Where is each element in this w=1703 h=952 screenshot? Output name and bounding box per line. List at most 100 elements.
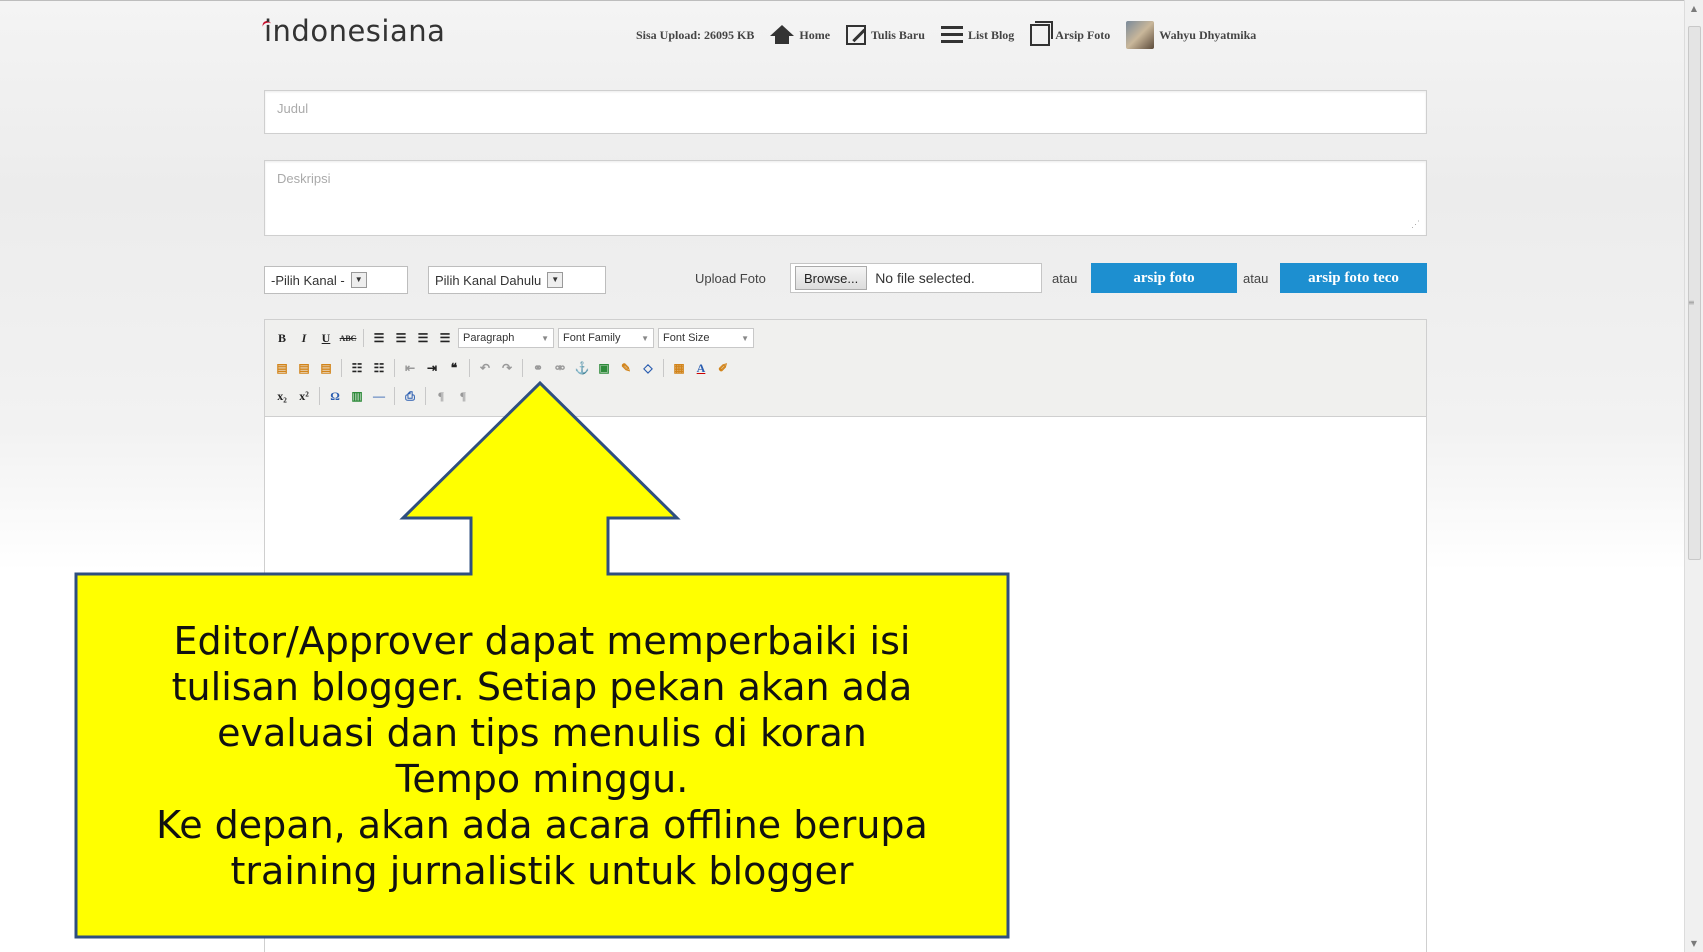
scroll-down-icon[interactable]: ▼: [1689, 939, 1699, 948]
scroll-grip-icon: ≡: [1688, 298, 1695, 307]
toolbar-row-1: B I U ABC ☰ ☰ ☰ ☰ Paragraph ▼ Font Family…: [273, 326, 754, 350]
nav-list-blog[interactable]: List Blog: [940, 26, 1015, 44]
teco-photo-archive-button[interactable]: arsip foto teco: [1280, 263, 1427, 293]
callout-line: training jurnalistik untuk blogger: [230, 848, 854, 893]
nav-new-post[interactable]: Tulis Baru: [846, 25, 925, 45]
file-status: No file selected.: [875, 270, 975, 286]
rtl-icon[interactable]: ¶: [454, 387, 472, 405]
font-size-select[interactable]: Font Size ▼: [658, 328, 754, 348]
nav-user[interactable]: Wahyu Dhyatmika: [1126, 21, 1256, 49]
strikethrough-button[interactable]: ABC: [339, 329, 357, 347]
font-family-select[interactable]: Font Family ▼: [558, 328, 654, 348]
top-nav: Sisa Upload: 26095 KB Home Tulis Baru Li…: [636, 20, 1264, 50]
photo-archive-button[interactable]: arsip foto: [1091, 263, 1237, 293]
photo-archive-icon: [1030, 21, 1054, 46]
resize-grip-icon[interactable]: ⋰: [1411, 219, 1420, 230]
nav-home[interactable]: Home: [770, 24, 831, 44]
vertical-scrollbar[interactable]: ▲ ≡ ▼: [1684, 0, 1703, 952]
home-icon: [770, 24, 795, 44]
blockquote-icon[interactable]: ❝: [445, 359, 463, 377]
callout-line: evaluasi dan tips menulis di koran: [217, 710, 867, 755]
edit-icon: [846, 25, 867, 45]
title-input[interactable]: Judul: [264, 90, 1427, 134]
paste-text-icon[interactable]: ▤: [295, 359, 313, 377]
editor-toolbar: B I U ABC ☰ ☰ ☰ ☰ Paragraph ▼ Font Family…: [265, 320, 1426, 417]
special-char-button[interactable]: Ω: [326, 387, 344, 405]
bullet-list-icon[interactable]: ☷: [348, 359, 366, 377]
highlight-color-icon[interactable]: ✐: [714, 359, 732, 377]
nav-home-label: Home: [799, 27, 831, 42]
superscript-button[interactable]: x²: [295, 387, 313, 405]
toolbar-row-2: ▤ ▤ ▤ ☷ ☷ ⇤ ⇥ ❝ ↶ ↷ ⚭ ⚮ ⚓ ▣ ✎ ◇ ▦ A ✐: [273, 356, 732, 380]
dropdown-arrow-icon: ▼: [641, 333, 649, 343]
nav-list-blog-label: List Blog: [967, 27, 1015, 42]
toolbar-separator: [663, 359, 664, 377]
callout-line: Tempo minggu.: [395, 756, 689, 801]
toolbar-separator: [394, 387, 395, 405]
numbered-list-icon[interactable]: ☷: [370, 359, 388, 377]
align-justify-icon[interactable]: ☰: [436, 329, 454, 347]
or-label: atau: [1243, 271, 1269, 286]
site-logo[interactable]: indonesiana: [264, 14, 445, 48]
media-icon[interactable]: ▥: [348, 387, 366, 405]
align-right-icon[interactable]: ☰: [414, 329, 432, 347]
align-left-icon[interactable]: ☰: [370, 329, 388, 347]
format-select-value: Paragraph: [463, 332, 515, 344]
callout-line: Ke depan, akan ada acara offline berupa: [156, 802, 928, 847]
insert-date-icon[interactable]: ▦: [670, 359, 688, 377]
subchannel-select-value: Pilih Kanal Dahulu: [435, 272, 542, 288]
toolbar-separator: [319, 387, 320, 405]
scroll-up-icon[interactable]: ▲: [1689, 4, 1699, 13]
subchannel-select[interactable]: Pilih Kanal Dahulu ▼: [428, 266, 606, 294]
upload-photo-label: Upload Foto: [695, 271, 766, 286]
subscript-button[interactable]: x₂: [273, 387, 291, 405]
redo-icon[interactable]: ↷: [498, 359, 516, 377]
print-icon[interactable]: ⎙: [401, 387, 419, 405]
undo-icon[interactable]: ↶: [476, 359, 494, 377]
dropdown-arrow-icon: ▼: [350, 272, 367, 288]
user-name: Wahyu Dhyatmika: [1159, 27, 1257, 42]
file-input[interactable]: Browse... No file selected.: [790, 263, 1042, 293]
horizontal-rule-icon[interactable]: ―: [370, 387, 388, 405]
channel-select[interactable]: -Pilih Kanal - ▼: [264, 266, 408, 294]
callout-line: Editor/Approver dapat memperbaiki isi: [173, 618, 911, 663]
avatar: [1126, 21, 1155, 49]
unlink-icon[interactable]: ⚮: [551, 359, 569, 377]
image-icon[interactable]: ▣: [595, 359, 613, 377]
anchor-icon[interactable]: ⚓: [573, 359, 591, 377]
indent-icon[interactable]: ⇥: [423, 359, 441, 377]
browse-button[interactable]: Browse...: [795, 266, 868, 290]
upload-quota: Sisa Upload: 26095 KB: [636, 27, 755, 42]
text-color-icon[interactable]: A: [692, 359, 710, 377]
callout-text: Editor/Approver dapat memperbaiki isi tu…: [76, 574, 1008, 937]
italic-button[interactable]: I: [295, 329, 313, 347]
callout-line: tulisan blogger. Setiap pekan akan ada: [171, 664, 913, 709]
outdent-icon[interactable]: ⇤: [401, 359, 419, 377]
nav-photo-archive-label: Arsip Foto: [1055, 27, 1111, 42]
html-source-icon[interactable]: ◇: [639, 359, 657, 377]
channel-select-value: -Pilih Kanal -: [271, 272, 345, 288]
bold-button[interactable]: B: [273, 329, 291, 347]
format-select[interactable]: Paragraph ▼: [458, 328, 554, 348]
paste-icon[interactable]: ▤: [273, 359, 291, 377]
toolbar-separator: [341, 359, 342, 377]
cleanup-icon[interactable]: ✎: [617, 359, 635, 377]
ltr-icon[interactable]: ¶: [432, 387, 450, 405]
toolbar-separator: [522, 359, 523, 377]
description-textarea[interactable]: Deskripsi ⋰: [264, 160, 1427, 236]
toolbar-row-3: x₂ x² Ω ▥ ― ⎙ ¶ ¶: [273, 384, 472, 408]
toolbar-separator: [469, 359, 470, 377]
font-family-select-value: Font Family: [563, 332, 621, 344]
align-center-icon[interactable]: ☰: [392, 329, 410, 347]
underline-button[interactable]: U: [317, 329, 335, 347]
toolbar-separator: [394, 359, 395, 377]
link-icon[interactable]: ⚭: [529, 359, 547, 377]
dropdown-arrow-icon: ▼: [541, 333, 549, 343]
paste-word-icon[interactable]: ▤: [317, 359, 335, 377]
font-size-select-value: Font Size: [663, 332, 710, 344]
scroll-thumb[interactable]: [1688, 26, 1701, 560]
description-placeholder: Deskripsi: [277, 171, 331, 186]
nav-photo-archive[interactable]: Arsip Foto: [1030, 21, 1111, 46]
toolbar-separator: [363, 329, 364, 347]
nav-new-post-label: Tulis Baru: [871, 27, 925, 42]
